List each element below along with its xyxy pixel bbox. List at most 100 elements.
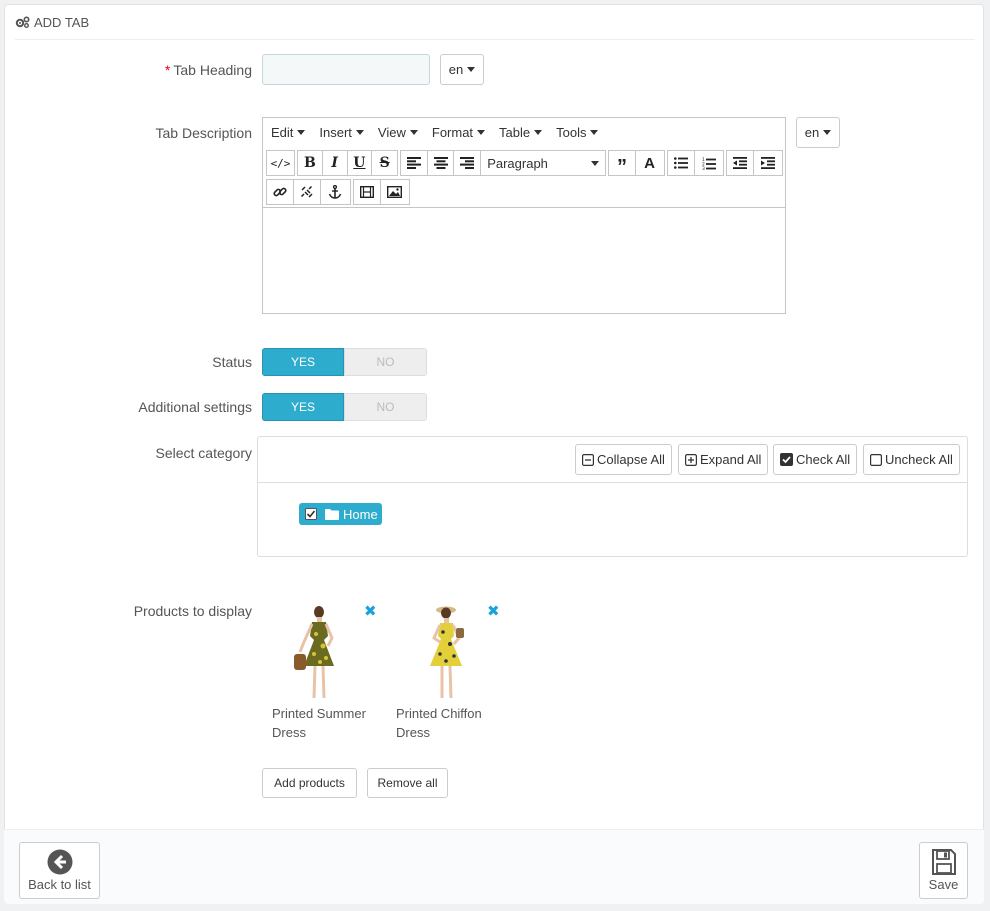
tab-heading-input[interactable] (262, 54, 430, 85)
collapse-all-label: Collapse All (597, 452, 665, 467)
uncheck-all-button[interactable]: Uncheck All (863, 444, 960, 475)
checkbox-checked-icon[interactable] (305, 508, 317, 520)
menu-insert-label: Insert (319, 124, 352, 140)
tab-heading-lang-dropdown[interactable]: en (440, 54, 484, 85)
select-category-label: Select category (155, 445, 253, 461)
additional-no-option[interactable]: NO (344, 393, 427, 421)
menu-insert[interactable]: Insert (319, 125, 364, 140)
menu-tools[interactable]: Tools (556, 124, 599, 140)
text-color-button[interactable]: A (636, 151, 663, 175)
additional-settings-toggle: YES NO (262, 393, 427, 421)
anchor-icon (328, 185, 341, 199)
align-right-icon (460, 157, 475, 169)
italic-button[interactable]: I (323, 151, 348, 175)
insert-image-button[interactable] (381, 180, 408, 204)
menu-view-label: View (377, 124, 406, 140)
toolbar-group-code: </> (266, 150, 295, 176)
remove-product-icon[interactable]: ✖ (487, 602, 500, 620)
menu-tools-label: Tools (556, 124, 587, 140)
blockquote-button[interactable]: ” (609, 151, 636, 177)
status-no-option[interactable]: NO (344, 348, 427, 376)
panel-title: ADD TAB (34, 14, 90, 30)
text-color-icon: A (644, 154, 655, 172)
strikethrough-icon: S (379, 155, 390, 171)
remove-product-icon[interactable]: ✖ (364, 602, 377, 620)
add-products-button[interactable]: Add products (262, 768, 357, 798)
tab-heading-label-text: Tab Heading (173, 62, 252, 78)
category-home-node[interactable]: Home (299, 503, 382, 525)
expand-all-label: Expand All (700, 452, 762, 467)
toolbar-group-indent (726, 150, 783, 176)
panel-footer: Back to list Save (4, 829, 984, 904)
panel-heading: ADD TAB (15, 5, 975, 40)
product-name: Printed Chiffon Dress (396, 706, 482, 740)
caret-down-icon (355, 129, 364, 135)
check-all-button[interactable]: Check All (773, 444, 858, 475)
menu-edit[interactable]: Edit (271, 125, 306, 140)
bold-button[interactable]: B (298, 151, 323, 175)
save-label: Save (928, 877, 959, 892)
caret-down-icon (823, 130, 832, 135)
align-left-icon (406, 157, 421, 169)
tab-description-lang-dropdown[interactable]: en (796, 117, 840, 148)
bold-icon: B (303, 155, 316, 171)
remove-all-button[interactable]: Remove all (367, 768, 448, 798)
menu-view[interactable]: View (378, 125, 418, 140)
back-to-list-button[interactable]: Back to list (19, 842, 100, 899)
toolbar-group-links (266, 179, 351, 205)
checked-box-icon (780, 453, 793, 466)
film-icon (360, 186, 374, 198)
underline-icon: U (353, 155, 366, 171)
unlink-icon (300, 185, 313, 198)
code-icon: </> (270, 156, 291, 170)
align-left-button[interactable] (401, 151, 428, 175)
block-format-select[interactable]: Paragraph (481, 151, 605, 175)
save-button[interactable]: Save (919, 842, 968, 899)
expand-icon (685, 453, 697, 466)
source-code-button[interactable]: </> (267, 151, 294, 175)
expand-all-button[interactable]: Expand All (678, 444, 769, 475)
product-image (430, 606, 464, 699)
tab-heading-label: * Tab Heading (165, 62, 252, 78)
svg-text:3: 3 (702, 166, 705, 170)
editor-content-area[interactable] (263, 207, 785, 314)
insert-link-button[interactable] (267, 180, 294, 204)
caret-down-icon (467, 67, 476, 72)
anchor-button[interactable] (321, 180, 348, 204)
insert-video-button[interactable] (354, 180, 381, 204)
bullet-list-button[interactable] (668, 151, 695, 175)
align-right-button[interactable] (454, 151, 482, 175)
floppy-disk-icon (931, 849, 956, 875)
caret-down-icon (534, 129, 543, 135)
collapse-all-button[interactable]: Collapse All (575, 444, 672, 475)
italic-icon: I (331, 155, 338, 171)
numbered-list-icon: 123 (702, 157, 716, 170)
status-label: Status (212, 354, 252, 370)
additional-settings-label: Additional settings (138, 399, 252, 415)
strikethrough-button[interactable]: S (372, 151, 397, 175)
indent-button[interactable] (754, 151, 781, 175)
menu-table[interactable]: Table (499, 124, 543, 140)
image-icon (387, 186, 402, 198)
toolbar-group-align: Paragraph (400, 150, 606, 176)
caret-down-icon (477, 129, 486, 135)
outdent-button[interactable] (727, 151, 754, 175)
caret-down-icon (409, 129, 418, 135)
outdent-icon (733, 157, 747, 169)
underline-button[interactable]: U (348, 151, 373, 175)
align-center-button[interactable] (428, 151, 455, 175)
menu-format-label: Format (431, 124, 474, 140)
numbered-list-button[interactable]: 123 (695, 151, 722, 175)
caret-down-icon (297, 129, 306, 135)
cogs-icon (15, 16, 30, 28)
remove-link-button[interactable] (294, 180, 321, 204)
bullet-list-icon (674, 157, 688, 169)
status-yes-option[interactable]: YES (262, 348, 344, 376)
menu-table-label: Table (499, 124, 531, 140)
additional-yes-option[interactable]: YES (262, 393, 344, 421)
menu-format[interactable]: Format (431, 124, 486, 140)
caret-down-icon (590, 129, 599, 135)
editor-menubar: Edit Insert View Format Table Tools (263, 118, 785, 146)
lang-label: en (448, 62, 464, 77)
tab-description-label: Tab Description (155, 125, 253, 141)
